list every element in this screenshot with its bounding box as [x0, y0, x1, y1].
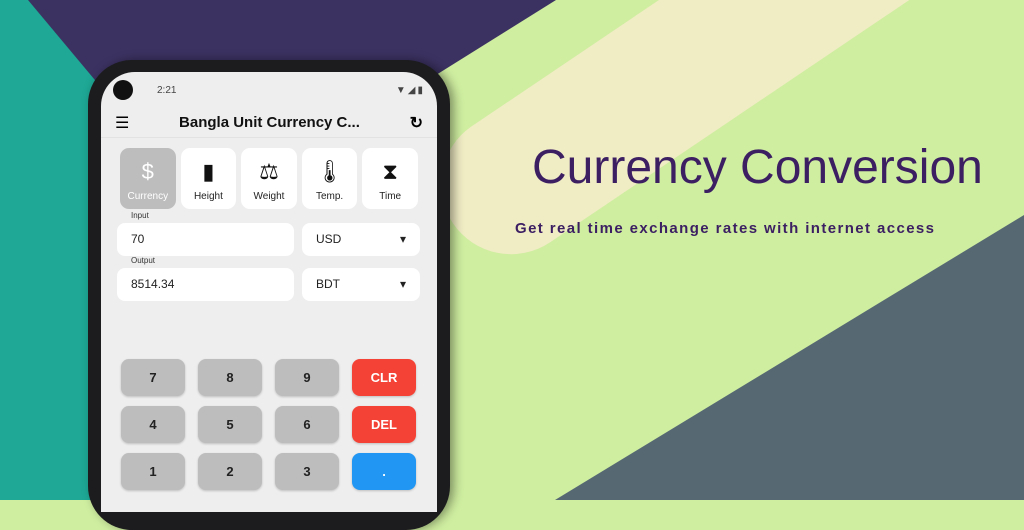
input-value: 70 — [131, 232, 145, 246]
delete-button[interactable]: DEL — [352, 406, 416, 443]
status-icons: ▼◢▮ — [395, 84, 425, 96]
tab-temp[interactable]: 🌡 Temp. — [301, 148, 358, 209]
app-title: Bangla Unit Currency C... — [179, 114, 360, 131]
tab-label: Weight — [253, 191, 285, 202]
promo-title: Currency Conversion — [532, 141, 983, 194]
thermometer-icon: 🌡 — [315, 159, 344, 184]
key-7[interactable]: 7 — [121, 359, 185, 396]
tab-currency[interactable]: $ Currency — [120, 148, 176, 209]
app-bar: ☰ Bangla Unit Currency C... ↻ — [101, 108, 437, 138]
output-label: Output — [131, 256, 156, 265]
status-time: 2:21 — [157, 84, 177, 96]
tab-label: Currency — [127, 191, 169, 202]
tab-label: Temp. — [315, 191, 344, 202]
tab-time[interactable]: ⧗ Time — [362, 148, 418, 209]
promo-subtitle: Get real time exchange rates with intern… — [515, 220, 936, 237]
output-unit-select[interactable]: BDT ▾ — [302, 268, 420, 301]
height-icon: ▮ — [202, 159, 215, 184]
input-field[interactable]: Input 70 — [117, 211, 294, 256]
key-8[interactable]: 8 — [198, 359, 262, 396]
chevron-down-icon: ▾ — [399, 277, 406, 291]
camera-icon — [113, 80, 133, 100]
key-3[interactable]: 3 — [275, 453, 339, 490]
category-tabs: $ Currency ▮ Height ⚖ Weight 🌡 Temp. ⧗ Time — [101, 138, 437, 209]
menu-icon[interactable]: ☰ — [115, 113, 129, 133]
tab-height[interactable]: ▮ Height — [180, 148, 237, 209]
keypad: 7 8 9 CLR 4 5 6 DEL 1 2 3 . — [121, 359, 416, 490]
clear-button[interactable]: CLR — [352, 359, 416, 396]
tab-label: Height — [193, 191, 223, 202]
output-field[interactable]: Output 8514.34 — [117, 256, 294, 301]
chevron-down-icon: ▾ — [399, 232, 406, 246]
input-unit-select[interactable]: USD ▾ — [302, 223, 420, 256]
tab-label: Time — [379, 191, 402, 202]
output-unit: BDT — [316, 277, 340, 291]
status-bar: 2:21 ▼◢▮ — [101, 72, 437, 108]
key-9[interactable]: 9 — [275, 359, 339, 396]
input-label: Input — [131, 211, 149, 220]
phone-screen: 2:21 ▼◢▮ ☰ Bangla Unit Currency C... ↻ $… — [101, 72, 437, 512]
input-unit: USD — [316, 232, 342, 246]
tab-weight[interactable]: ⚖ Weight — [241, 148, 297, 209]
key-6[interactable]: 6 — [275, 406, 339, 443]
key-1[interactable]: 1 — [121, 453, 185, 490]
refresh-icon[interactable]: ↻ — [410, 113, 423, 133]
key-4[interactable]: 4 — [121, 406, 185, 443]
scale-icon: ⚖ — [259, 159, 279, 184]
key-5[interactable]: 5 — [198, 406, 262, 443]
key-2[interactable]: 2 — [198, 453, 262, 490]
decimal-button[interactable]: . — [352, 453, 416, 490]
dollar-icon: $ — [141, 159, 154, 184]
hourglass-icon: ⧗ — [382, 159, 398, 184]
output-value: 8514.34 — [131, 277, 175, 291]
